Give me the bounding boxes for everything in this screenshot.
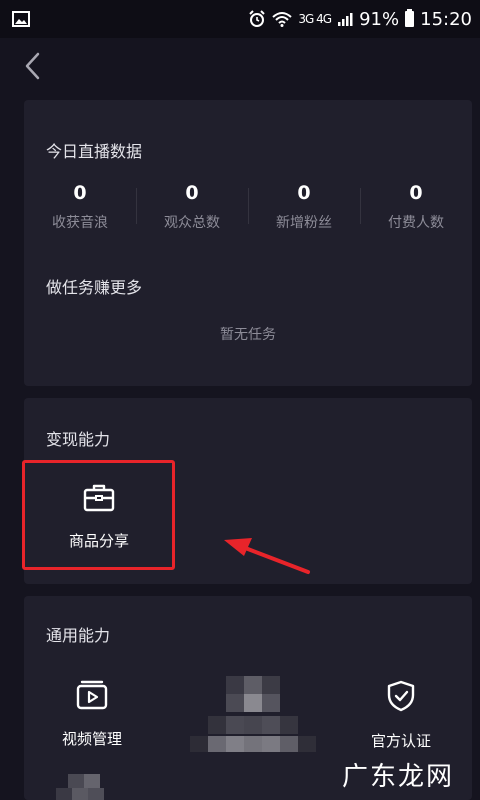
live-stats-row: 0 收获音浪 0 观众总数 0 新增粉丝 0 付费人数: [24, 182, 472, 232]
stat-value: 0: [409, 182, 423, 204]
highlight-frame: [22, 460, 175, 570]
status-bar: 3G 4G 91% 15:20: [0, 0, 480, 38]
tasks-empty-text: 暂无任务: [220, 327, 276, 343]
stat-value: 0: [297, 182, 311, 204]
mosaic-blurred-area: [190, 676, 316, 752]
video-manage-button[interactable]: 视频管理: [40, 680, 144, 749]
annotation-arrow: [224, 538, 310, 574]
stat-audio-wave: 0 收获音浪: [24, 182, 136, 232]
live-data-title: 今日直播数据: [46, 142, 143, 161]
stat-paying-users: 0 付费人数: [360, 182, 472, 232]
live-data-card: 今日直播数据 0 收获音浪 0 观众总数 0 新增粉丝 0 付费人数 做任务赚更…: [24, 100, 472, 386]
stat-value: 0: [185, 182, 199, 204]
stat-label: 付费人数: [388, 215, 444, 231]
clock-time: 15:20: [420, 8, 472, 30]
tasks-title: 做任务赚更多: [46, 278, 143, 297]
video-manage-icon: [76, 680, 108, 710]
back-button[interactable]: [18, 50, 46, 82]
image-notification-icon: [12, 11, 30, 27]
network-type-text: 3G 4G: [298, 12, 332, 26]
battery-icon: [405, 9, 415, 27]
stat-value: 0: [73, 182, 87, 204]
status-indicators: 3G 4G 91% 15:20: [248, 9, 472, 30]
stat-label: 观众总数: [164, 215, 220, 231]
official-verify-label: 官方认证: [370, 732, 431, 750]
shield-check-icon: [387, 680, 415, 712]
official-verify-button[interactable]: 官方认证: [352, 680, 450, 751]
stat-label: 收获音浪: [52, 215, 108, 231]
stat-total-viewers: 0 观众总数: [136, 182, 248, 232]
signal-strength-icon: [338, 13, 353, 26]
stat-new-fans: 0 新增粉丝: [248, 182, 360, 232]
mosaic-blurred-area-bottom: [56, 774, 104, 800]
stat-label: 新增粉丝: [276, 215, 332, 231]
alarm-icon: [249, 10, 266, 27]
general-title: 通用能力: [46, 626, 111, 645]
battery-percent: 91%: [359, 8, 400, 30]
video-manage-label: 视频管理: [61, 730, 122, 748]
monetization-title: 变现能力: [46, 430, 111, 449]
chevron-left-icon: [25, 52, 40, 80]
wifi-icon: [272, 12, 293, 27]
watermark-text: 广东龙网: [342, 762, 455, 792]
